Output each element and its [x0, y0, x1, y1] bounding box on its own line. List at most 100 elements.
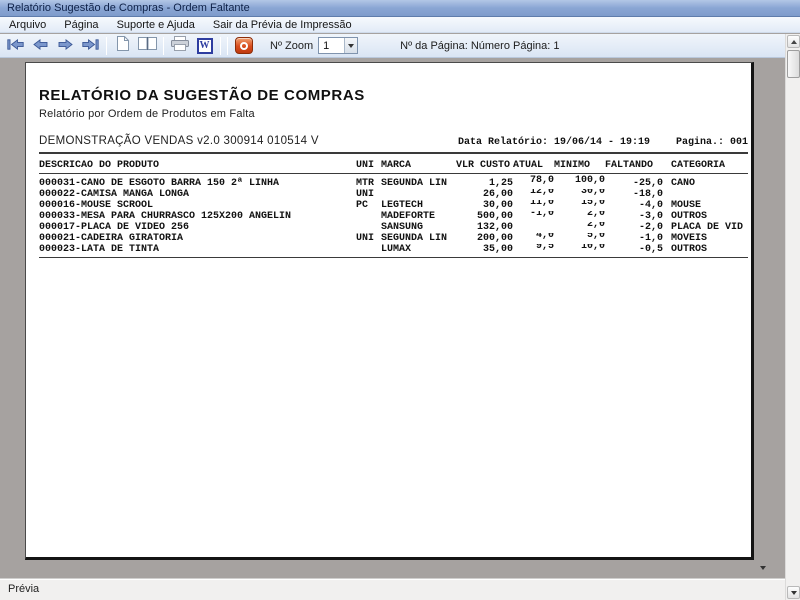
- cell-value: 15,0: [581, 200, 605, 208]
- vertical-scrollbar[interactable]: [785, 34, 800, 600]
- single-page-icon: [117, 36, 129, 56]
- cell-faltando: -2,0: [605, 222, 663, 233]
- report-date: Data Relatório: 19/06/14 - 19:19: [458, 137, 650, 148]
- cell-uni: UNI: [356, 189, 381, 200]
- scroll-down-button[interactable]: [756, 561, 769, 574]
- cell-value: 9,5: [536, 244, 554, 252]
- cell-minimo: 5,0: [554, 233, 605, 244]
- cell-atual: -1,0: [513, 211, 554, 222]
- word-icon-letter: W: [200, 40, 210, 51]
- cell-minimo: 2,0: [554, 222, 605, 233]
- cell-faltando: -25,0: [605, 174, 663, 190]
- cell-value: 11,0: [530, 200, 554, 208]
- cell-categoria: PLACA DE VÍD: [663, 222, 748, 233]
- cell-vlr: 35,00: [456, 244, 513, 255]
- cell-desc: 000023-LATA DE TINTA: [39, 244, 356, 255]
- column-header-atual: ATUAL: [513, 159, 554, 174]
- cell-desc: 000016-MOUSE SCROOL: [39, 200, 356, 211]
- report-table: DESCRICAO DO PRODUTO UNI MARCA VLR CUSTO…: [39, 159, 748, 255]
- prev-page-icon: [33, 37, 48, 55]
- exit-preview-button[interactable]: [231, 35, 256, 56]
- cell-marca: SEGUNDA LIN: [381, 233, 456, 244]
- column-header-minimo: MINIMO: [554, 159, 605, 174]
- zoom-select[interactable]: 1: [318, 37, 358, 54]
- cell-atual: 9,5: [513, 244, 554, 255]
- export-word-button[interactable]: W: [192, 35, 217, 56]
- scrollbar-thumb[interactable]: [787, 50, 800, 78]
- column-header-faltando: FALTANDO: [605, 159, 663, 174]
- cell-vlr: 26,00: [456, 189, 513, 200]
- menu-item-sair-da-previa[interactable]: Sair da Prévia de Impressão: [204, 17, 361, 33]
- cell-marca: [381, 189, 456, 200]
- chevron-down-icon: [348, 44, 354, 48]
- report-end-line: [39, 257, 748, 258]
- facing-pages-icon: [138, 36, 157, 56]
- chevron-down-icon: [791, 591, 797, 595]
- cell-vlr: 132,00: [456, 222, 513, 233]
- cell-minimo: 15,0: [554, 200, 605, 211]
- prev-page-button[interactable]: [28, 35, 53, 56]
- cell-uni: PC: [356, 200, 381, 211]
- facing-pages-view-button[interactable]: [135, 35, 160, 56]
- scroll-down-button[interactable]: [787, 586, 800, 599]
- cell-desc: 000022-CAMISA MANGA LONGA: [39, 189, 356, 200]
- single-page-view-button[interactable]: [110, 35, 135, 56]
- cell-faltando: -0,5: [605, 244, 663, 255]
- toolbar: W Nº Zoom 1 Nº da Página: Número Página:…: [0, 34, 785, 58]
- table-row: 000022-CAMISA MANGA LONGAUNI26,0012,030,…: [39, 189, 748, 200]
- cell-atual: 12,0: [513, 189, 554, 200]
- zoom-label: Nº Zoom: [270, 40, 313, 52]
- cell-value: 2,0: [587, 211, 605, 219]
- cell-value: 78,0: [530, 175, 554, 186]
- cell-minimo: 10,0: [554, 244, 605, 255]
- printer-icon: [171, 36, 189, 56]
- menu-item-arquivo[interactable]: Arquivo: [0, 17, 55, 33]
- cell-marca: LUMAX: [381, 244, 456, 255]
- first-page-button[interactable]: [3, 35, 28, 56]
- table-row: 000016-MOUSE SCROOLPCLEGTECH30,0011,015,…: [39, 200, 748, 211]
- cell-value: 10,0: [581, 244, 605, 252]
- cell-minimo: 2,0: [554, 211, 605, 222]
- cell-categoria: MOUSE: [663, 200, 748, 211]
- cell-marca: MADEFORTE: [381, 211, 456, 222]
- last-page-button[interactable]: [78, 35, 103, 56]
- report-meta-row: DEMONSTRAÇÃO VENDAS v2.0 300914 010514 V…: [39, 135, 748, 154]
- cell-desc: 000021-CADEIRA GIRATORIA: [39, 233, 356, 244]
- cell-marca: SEGUNDA LIN: [381, 174, 456, 190]
- scroll-up-button[interactable]: [787, 35, 800, 48]
- cell-value: 2,0: [587, 222, 605, 230]
- cell-value: 4,0: [536, 233, 554, 241]
- menu-bar: Arquivo Página Suporte e Ajuda Sair da P…: [0, 17, 800, 33]
- menu-item-suporte-e-ajuda[interactable]: Suporte e Ajuda: [108, 17, 204, 33]
- table-header-row: DESCRICAO DO PRODUTO UNI MARCA VLR CUSTO…: [39, 159, 748, 174]
- cell-atual: 11,0: [513, 200, 554, 211]
- toolbar-separator: [163, 37, 164, 55]
- column-header-desc: DESCRICAO DO PRODUTO: [39, 159, 356, 174]
- report-title: RELATÓRIO DA SUGESTÃO DE COMPRAS: [39, 87, 751, 104]
- report-table-body: 000031-CANO DE ESGOTO BARRA 150 2ª LINHA…: [39, 174, 748, 256]
- table-row: 000017-PLACA DE VÍDEO 256SANSUNG132,002,…: [39, 222, 748, 233]
- cell-atual: 4,0: [513, 233, 554, 244]
- cell-categoria: [663, 189, 748, 200]
- cell-uni: [356, 211, 381, 222]
- print-button[interactable]: [167, 35, 192, 56]
- next-page-button[interactable]: [53, 35, 78, 56]
- cell-minimo: 100,0: [554, 174, 605, 190]
- report-subtitle: Relatório por Ordem de Produtos em Falta: [39, 108, 751, 120]
- zoom-value: 1: [319, 40, 344, 52]
- menu-item-pagina[interactable]: Página: [55, 17, 107, 33]
- power-icon: [235, 37, 253, 54]
- cell-value: 100,0: [575, 175, 605, 186]
- status-text: Prévia: [8, 583, 39, 595]
- cell-faltando: -18,0: [605, 189, 663, 200]
- cell-desc: 000017-PLACA DE VÍDEO 256: [39, 222, 356, 233]
- column-header-categoria: CATEGORIA: [663, 159, 748, 174]
- last-page-icon: [82, 37, 99, 55]
- report-company: DEMONSTRAÇÃO VENDAS v2.0 300914 010514 V: [39, 135, 458, 147]
- window-titlebar[interactable]: Relatório Sugestão de Compras - Ordem Fa…: [0, 0, 800, 17]
- table-row: 000033-MESA PARA CHURRASCO 125X200 ANGEL…: [39, 211, 748, 222]
- zoom-dropdown-button[interactable]: [344, 38, 357, 53]
- cell-categoria: OUTROS: [663, 211, 748, 222]
- column-header-marca: MARCA: [381, 159, 456, 174]
- cell-value: 5,0: [587, 233, 605, 241]
